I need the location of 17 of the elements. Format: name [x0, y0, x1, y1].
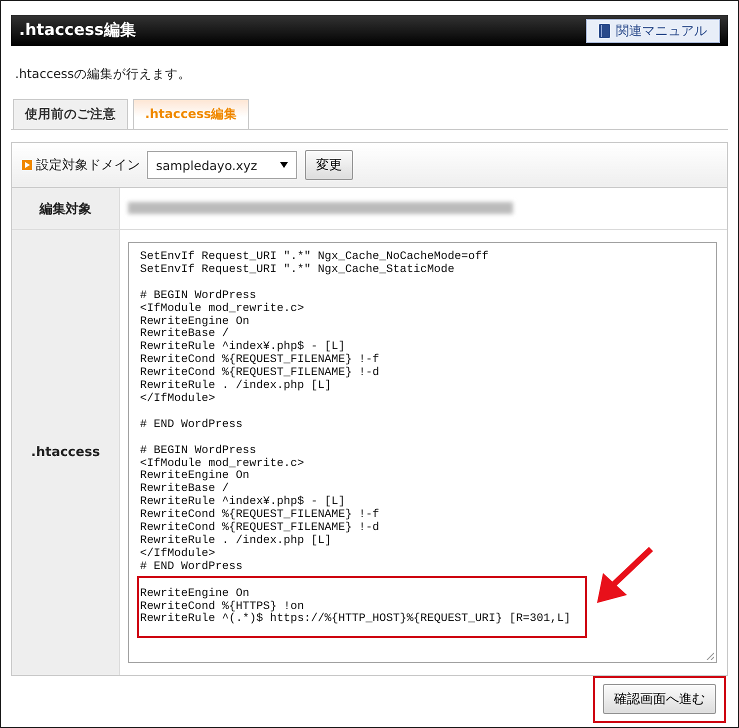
change-button[interactable]: 変更 — [305, 150, 353, 180]
description-text: .htaccessの編集が行えます。 — [15, 66, 192, 83]
tab[interactable]: 使用前のご注意 — [13, 99, 128, 129]
resize-grip-icon — [706, 652, 714, 660]
domain-select[interactable]: sampledayo.xyz — [147, 151, 297, 179]
confirm-button[interactable]: 確認画面へ進む — [603, 684, 716, 714]
row-label: .htaccess — [12, 230, 120, 675]
row-label: 編集対象 — [12, 188, 120, 229]
domain-label: 設定対象ドメイン — [36, 157, 140, 174]
dropdown-caret-icon — [280, 162, 288, 168]
manual-button[interactable]: 関連マニュアル — [586, 18, 720, 42]
code-text: SetEnvIf Request_URI ".*" Ngx_Cache_NoCacheMode=off SetEnvIf Request_URI ".*" Ngx_Cache_StaticMode # BEGIN WordPress <IfModule mod_rewrite.c> RewriteEngine On RewriteBase / RewriteRule ^index¥.php$ - [L] RewriteCond %{REQUEST_FILENAME} !-f RewriteCond %{REQUEST_FILENAME} !-d RewriteRule . /index.php [L] </IfModule> # END WordPress # BEGIN WordPress <IfModule mod_rewrite.c> RewriteEngine On RewriteBase / RewriteRule ^index¥.php$ - [L] RewriteCond %{REQUEST_FILENAME} !-f RewriteCond %{REQUEST_FILENAME} !-d RewriteRule . /index.php [L] </IfModule> # END WordPress — [140, 251, 490, 574]
play-square-icon — [22, 160, 32, 170]
page-title: .htaccess編集 — [19, 20, 136, 41]
book-icon — [599, 24, 610, 38]
highlighted-code-text: RewriteEngine On RewriteCond %{HTTPS} !on RewriteRule ^(.*)$ https://%{HTTP_HOST}%{REQUEST_URI} [R=301,L] — [137, 576, 587, 638]
code-editor-field[interactable] — [128, 242, 717, 663]
